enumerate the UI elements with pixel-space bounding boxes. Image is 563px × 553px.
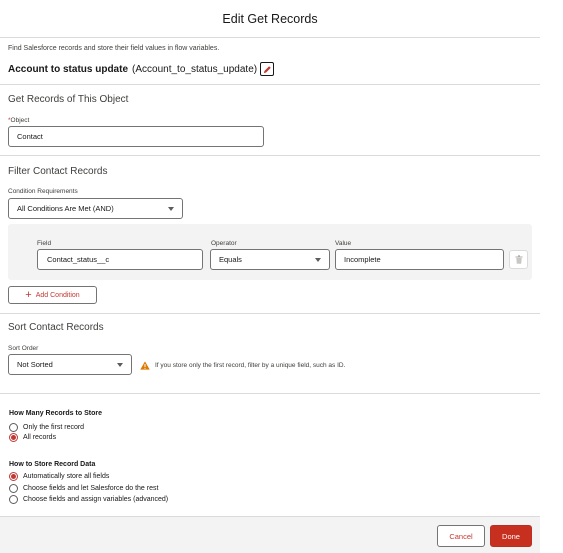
cancel-button[interactable]: Cancel <box>437 525 485 547</box>
delete-condition-button[interactable] <box>509 250 528 269</box>
divider <box>0 155 540 156</box>
radio-store-all-fields[interactable]: Automatically store all fields <box>9 472 109 481</box>
condition-requirements-select[interactable]: All Conditions Are Met (AND) <box>8 198 183 219</box>
flow-api-name: (Account_to_status_update) <box>132 63 258 75</box>
radio-button[interactable] <box>9 423 18 432</box>
radio-button[interactable] <box>9 495 18 504</box>
condition-field-input[interactable]: Contact_status__c <box>37 249 203 270</box>
add-condition-label: Add Condition <box>35 291 80 299</box>
radio-choose-fields-advanced[interactable]: Choose fields and assign variables (adva… <box>9 495 168 504</box>
condition-value: Incomplete <box>344 255 381 264</box>
sort-order-select[interactable]: Not Sorted <box>8 354 132 375</box>
modal-header: Edit Get Records <box>0 0 540 38</box>
add-condition-button[interactable]: + Add Condition <box>8 286 97 304</box>
object-value: Contact <box>17 132 43 141</box>
radio-button[interactable] <box>9 484 18 493</box>
flow-label: Account to status update <box>8 63 129 75</box>
edit-label-button[interactable] <box>260 62 275 76</box>
plus-icon: + <box>25 288 32 301</box>
record-count-title: How Many Records to Store <box>9 410 102 417</box>
trash-icon <box>515 255 522 264</box>
sort-order-label: Sort Order <box>8 345 39 352</box>
radio-all-records[interactable]: All records <box>9 433 56 442</box>
sort-order-value: Not Sorted <box>17 360 53 369</box>
radio-label: Choose fields and let Salesforce do the … <box>23 485 159 492</box>
object-section-title: Get Records of This Object <box>8 94 129 105</box>
radio-label: Automatically store all fields <box>23 473 110 480</box>
radio-button-selected[interactable] <box>9 472 18 481</box>
radio-choose-fields-auto[interactable]: Choose fields and let Salesforce do the … <box>9 484 158 493</box>
radio-label: All records <box>23 434 57 441</box>
warning-icon <box>140 361 150 370</box>
condition-operator-select[interactable]: Equals <box>210 249 330 270</box>
divider <box>0 313 540 314</box>
radio-button-selected[interactable] <box>9 433 18 442</box>
chevron-down-icon <box>315 258 321 262</box>
condition-value-input[interactable]: Incomplete <box>335 249 504 270</box>
operator-column-label: Operator <box>211 240 237 247</box>
condition-operator-value: Equals <box>219 255 242 264</box>
modal-title: Edit Get Records <box>222 11 318 26</box>
divider <box>0 393 540 394</box>
condition-requirements-label: Condition Requirements <box>8 188 78 195</box>
sort-section-title: Sort Contact Records <box>8 322 104 333</box>
sort-warning: If you store only the first record, filt… <box>140 361 345 370</box>
value-column-label: Value <box>335 240 352 247</box>
edit-get-records-modal: Edit Get Records Find Salesforce records… <box>0 0 540 553</box>
flow-name-row: Account to status update (Account_to_sta… <box>8 62 275 76</box>
done-button[interactable]: Done <box>490 525 532 547</box>
radio-only-first-record[interactable]: Only the first record <box>9 423 84 432</box>
radio-label: Only the first record <box>23 424 85 431</box>
filter-section-title: Filter Contact Records <box>8 166 108 177</box>
divider <box>0 84 540 85</box>
condition-requirements-value: All Conditions Are Met (AND) <box>17 204 114 213</box>
pencil-icon <box>263 65 271 73</box>
chevron-down-icon <box>117 363 123 367</box>
object-label-text: Object <box>10 117 30 124</box>
object-field-label: *Object <box>8 117 29 124</box>
sort-warning-text: If you store only the first record, filt… <box>155 362 346 369</box>
store-data-title: How to Store Record Data <box>9 461 96 468</box>
field-column-label: Field <box>37 240 52 247</box>
modal-footer: Cancel Done <box>0 516 540 553</box>
object-input[interactable]: Contact <box>8 126 264 147</box>
element-description: Find Salesforce records and store their … <box>8 45 220 52</box>
radio-label: Choose fields and assign variables (adva… <box>23 496 169 503</box>
condition-field-value: Contact_status__c <box>47 255 110 264</box>
chevron-down-icon <box>168 207 174 211</box>
